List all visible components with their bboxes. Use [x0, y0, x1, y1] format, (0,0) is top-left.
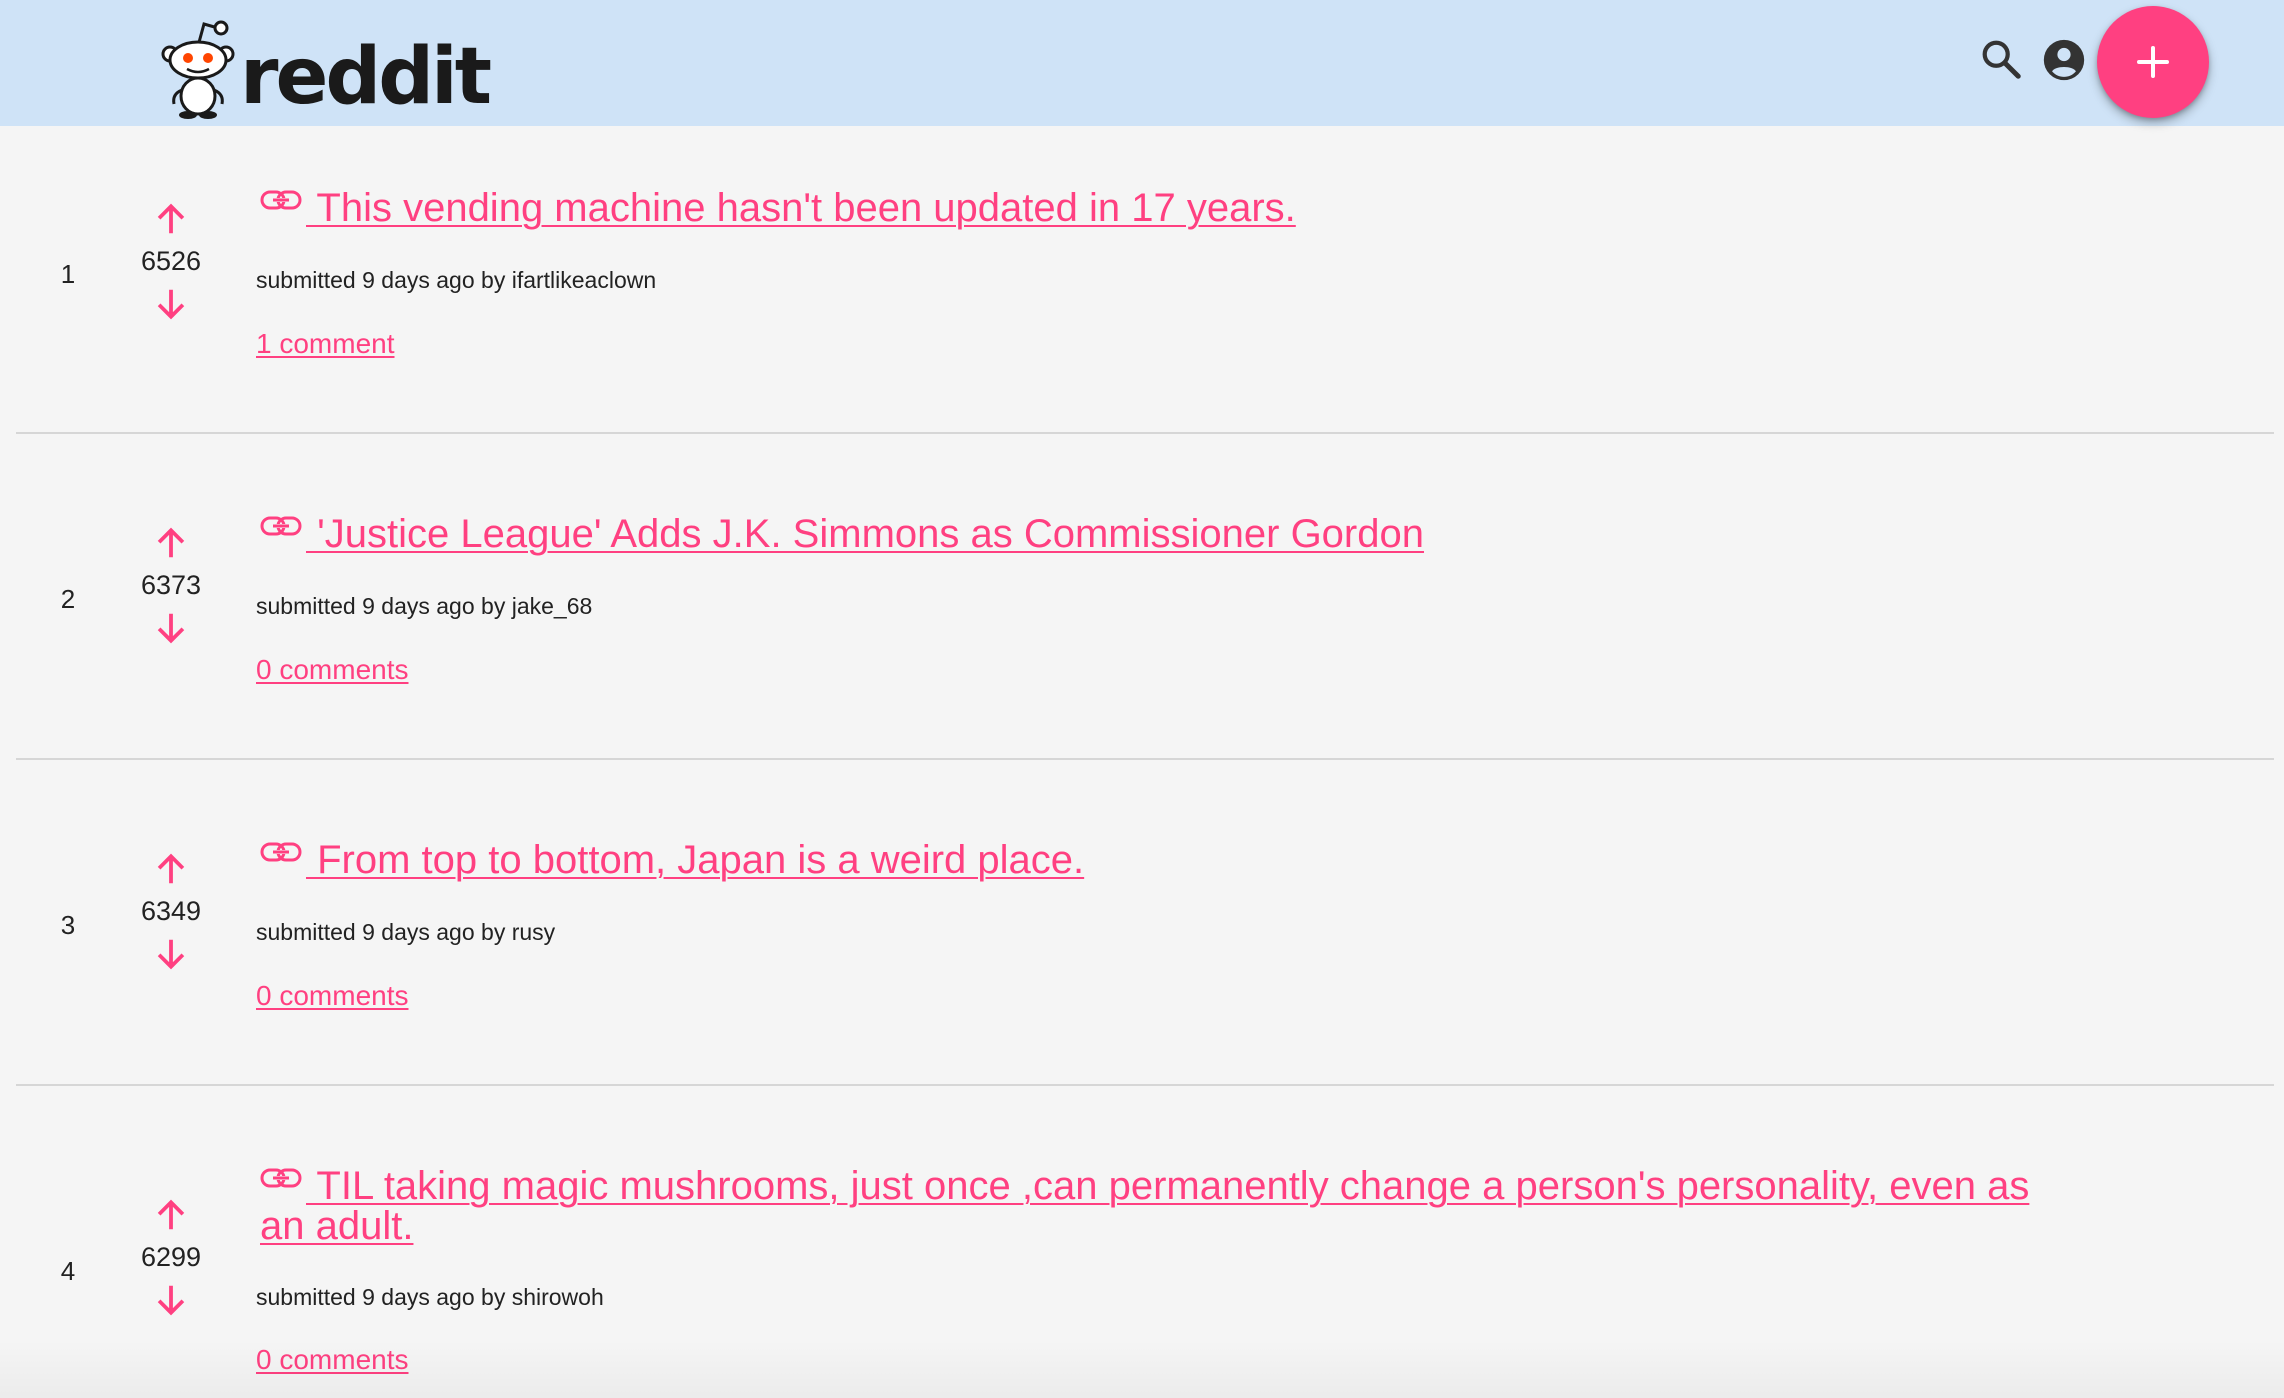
top-app-bar: reddit — [0, 0, 2284, 126]
post-title-row: 'Justice League' Adds J.K. Simmons as Co… — [260, 514, 2060, 554]
post-meta: submitted 9 days ago by rusy — [256, 919, 556, 945]
comments-link[interactable]: 0 comments — [256, 654, 409, 686]
reddit-logo[interactable]: reddit — [160, 10, 492, 122]
post-item: 1 6526 This vending machine hasn't been … — [0, 126, 2284, 452]
post-title-row: TIL taking magic mushrooms, just once ,c… — [260, 1166, 2060, 1246]
comments-link[interactable]: 0 comments — [256, 980, 409, 1012]
upvote-arrow-icon[interactable] — [152, 524, 190, 562]
link-icon — [260, 190, 302, 210]
vote-controls: 6373 — [128, 524, 214, 647]
link-icon — [260, 516, 302, 536]
vote-controls: 6526 — [128, 200, 214, 323]
downvote-arrow-icon[interactable] — [152, 935, 190, 973]
downvote-arrow-icon[interactable] — [152, 1281, 190, 1319]
post-divider — [16, 432, 2274, 434]
post-title-link[interactable]: This vending machine hasn't been updated… — [306, 186, 1295, 230]
post-title-link[interactable]: 'Justice League' Adds J.K. Simmons as Co… — [306, 512, 1424, 556]
post-rank: 4 — [60, 1256, 76, 1286]
post-meta: submitted 9 days ago by shirowoh — [256, 1284, 604, 1310]
post-meta: submitted 9 days ago by jake_68 — [256, 593, 593, 619]
link-icon — [260, 842, 302, 862]
post-title-row: From top to bottom, Japan is a weird pla… — [260, 840, 2060, 880]
post-rank: 1 — [60, 259, 76, 289]
upvote-arrow-icon[interactable] — [152, 200, 190, 238]
vote-controls: 6299 — [128, 1196, 214, 1319]
downvote-arrow-icon[interactable] — [152, 609, 190, 647]
vote-controls: 6349 — [128, 850, 214, 973]
add-post-button[interactable] — [2097, 6, 2209, 118]
post-divider — [16, 758, 2274, 760]
post-title-link[interactable]: TIL taking magic mushrooms, just once ,c… — [260, 1164, 2029, 1248]
search-icon[interactable] — [1978, 36, 2024, 82]
post-meta: submitted 9 days ago by ifartlikeaclown — [256, 267, 657, 293]
downvote-arrow-icon[interactable] — [152, 285, 190, 323]
post-score: 6526 — [140, 246, 202, 276]
post-score: 6299 — [140, 1242, 202, 1272]
post-item: 3 6349 From top to bottom, Japan is a we… — [0, 778, 2284, 1104]
app-root: reddit 1 6526 This vending machine hasn'… — [0, 0, 2284, 1398]
post-title-row: This vending machine hasn't been updated… — [260, 188, 2060, 228]
post-item: 2 6373 'Justice League' Adds J.K. Simmon… — [0, 452, 2284, 778]
plus-icon — [2137, 46, 2169, 78]
upvote-arrow-icon[interactable] — [152, 850, 190, 888]
post-score: 6373 — [140, 570, 202, 600]
post-rank: 3 — [60, 910, 76, 940]
link-icon — [260, 1168, 302, 1188]
post-title-link[interactable]: From top to bottom, Japan is a weird pla… — [306, 838, 1084, 882]
comments-link[interactable]: 1 comment — [256, 328, 395, 360]
reddit-alien-icon — [161, 20, 235, 119]
comments-link[interactable]: 0 comments — [256, 1344, 409, 1376]
logo-wordmark: reddit — [240, 32, 492, 122]
account-icon[interactable] — [2042, 38, 2086, 82]
post-rank: 2 — [60, 584, 76, 614]
post-score: 6349 — [140, 896, 202, 926]
upvote-arrow-icon[interactable] — [152, 1196, 190, 1234]
post-divider — [16, 1084, 2274, 1086]
post-item: 4 6299 TIL taking magic mushrooms, just … — [0, 1104, 2284, 1398]
